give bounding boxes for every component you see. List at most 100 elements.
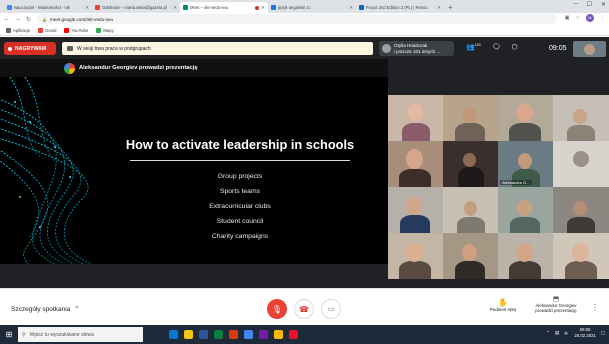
- windows-start-icon[interactable]: ⊞: [0, 325, 18, 344]
- slide-bullet: Extracurricular clubs: [209, 203, 271, 210]
- toolbar-right: ▣ ☆ M ⋮: [565, 14, 605, 22]
- participants-grid: Aleksandur G...: [388, 95, 609, 279]
- word-icon[interactable]: [199, 330, 208, 339]
- slide-title: How to activate leadership in schools: [125, 137, 355, 152]
- microphone-off-button[interactable]: 🎙: [267, 299, 287, 319]
- minimize-button[interactable]: –: [574, 1, 577, 8]
- participant-tile[interactable]: [498, 233, 553, 279]
- system-clock[interactable]: 09:05 25.02.2021: [574, 327, 596, 338]
- address-bar[interactable]: 🔒 meet.google.com/nkt-vedu-xeu: [37, 14, 557, 24]
- participant-tile[interactable]: [553, 233, 609, 279]
- participant-tile[interactable]: [553, 95, 609, 141]
- more-options-icon[interactable]: ⋮: [591, 303, 599, 312]
- bookmark-maps[interactable]: Mapy: [96, 27, 114, 33]
- search-icon: ⚲: [22, 331, 26, 338]
- menu-dots-icon[interactable]: ⋮: [600, 15, 605, 21]
- participant-tile[interactable]: [443, 233, 498, 279]
- volume-icon[interactable]: 🔈: [564, 330, 569, 336]
- close-icon[interactable]: ✕: [85, 5, 89, 11]
- avatar: [382, 44, 391, 53]
- slide-divider: [130, 160, 350, 161]
- bookmark-gmail[interactable]: Gmail: [38, 27, 56, 33]
- bookmark-youtube[interactable]: YouTube: [64, 27, 88, 33]
- participant-tile[interactable]: [388, 187, 443, 233]
- gmail-icon: [38, 27, 44, 33]
- notifications-icon[interactable]: ▢: [601, 330, 605, 336]
- maximize-button[interactable]: ☐: [587, 1, 592, 8]
- close-icon[interactable]: ✕: [261, 5, 265, 11]
- close-icon[interactable]: ✕: [349, 5, 353, 11]
- task-view-icon[interactable]: [169, 330, 178, 339]
- lock-icon: 🔒: [42, 16, 47, 22]
- participant-tile[interactable]: [388, 141, 443, 187]
- participant-tile[interactable]: [388, 95, 443, 141]
- onenote-icon[interactable]: [259, 330, 268, 339]
- new-tab-button[interactable]: +: [448, 2, 453, 13]
- leave-call-button[interactable]: ☎: [294, 299, 314, 319]
- forward-arrow-icon[interactable]: →: [15, 16, 21, 22]
- close-window-button[interactable]: ✕: [601, 1, 606, 8]
- reload-icon[interactable]: ↻: [26, 16, 31, 23]
- tab-favicon: [183, 5, 188, 10]
- participant-tile[interactable]: [443, 95, 498, 141]
- meeting-clock: 09:05: [549, 45, 567, 52]
- participant-tile[interactable]: [443, 141, 498, 187]
- mic-off-icon: 🎙: [271, 304, 283, 314]
- participant-tile[interactable]: [443, 187, 498, 233]
- browser-tab[interactable]: Focus 2nd Edition 2 (PL) | Resou ✕: [356, 2, 444, 13]
- slide-bullet: Group projects: [217, 173, 263, 180]
- bookmark-star-icon[interactable]: ☆: [576, 15, 580, 21]
- participant-name: Aleksandur G...: [500, 180, 532, 185]
- folder-icon[interactable]: [274, 330, 283, 339]
- participants-count: 120: [474, 43, 481, 47]
- app-icon[interactable]: [289, 330, 298, 339]
- chrome-icon[interactable]: [244, 330, 253, 339]
- taskbar-search-input[interactable]: ⚲ Wpisz tu wyszukiwane słowa: [18, 327, 143, 342]
- participant-tile[interactable]: [498, 187, 553, 233]
- tab-favicon: [271, 5, 276, 10]
- powerpoint-icon[interactable]: [229, 330, 238, 339]
- activities-icon[interactable]: ⬡: [511, 43, 517, 51]
- participant-tile[interactable]: [388, 233, 443, 279]
- browser-tab[interactable]: Nauczyciel - Wiadomości - nik ✕: [4, 2, 92, 13]
- chat-icon[interactable]: 🗨: [492, 43, 501, 51]
- slide-bullet: Sports teams: [219, 188, 261, 195]
- participant-tile[interactable]: Aleksandur G...: [498, 141, 553, 187]
- network-icon[interactable]: ▤: [555, 330, 559, 336]
- record-dot-icon: [8, 46, 12, 51]
- participant-tile[interactable]: [498, 95, 553, 141]
- slide-bullet: Student council: [216, 218, 264, 225]
- recording-indicator-icon: [255, 5, 260, 10]
- camera-button[interactable]: ▭: [321, 299, 341, 319]
- address-text: meet.google.com/nkt-vedu-xeu: [49, 16, 114, 22]
- presentation-banner-text: Aleksandur Georgiev prowadzi prezentację: [79, 65, 198, 71]
- pinned-others: i jeszcze 101 innych ...: [394, 48, 441, 54]
- pinned-participant-box[interactable]: Otylia Hnaticzak i jeszcze 101 innych ..…: [379, 41, 454, 56]
- breakout-rooms-icon: [67, 46, 73, 51]
- excel-icon[interactable]: [214, 330, 223, 339]
- system-tray: ⌃ ▤ 🔈 09:05 25.02.2021 ▢: [546, 327, 605, 338]
- presentation-slide: How to activate leadership in schools Gr…: [0, 77, 388, 264]
- raise-hand-button[interactable]: ✋ Podnieś rękę: [485, 298, 521, 312]
- browser-tab[interactable]: język angielski 1c ✕: [268, 2, 356, 13]
- file-explorer-icon[interactable]: [184, 330, 193, 339]
- recording-badge[interactable]: NAGRYWAM: [4, 42, 56, 55]
- slide-decoration: [0, 77, 94, 264]
- browser-tab-active[interactable]: Meet – nkt-vedu-xeu ✕: [180, 2, 268, 13]
- tab-favicon: [359, 5, 364, 10]
- chevron-up-icon[interactable]: ⌃: [546, 330, 550, 336]
- close-icon[interactable]: ✕: [173, 5, 177, 11]
- meeting-details-button[interactable]: Szczegóły spotkania ⌃: [11, 305, 80, 314]
- browser-tab[interactable]: Odebrane - marta.wisia@gazeta.pl ✕: [92, 2, 180, 13]
- profile-avatar[interactable]: M: [586, 14, 594, 22]
- presenting-indicator[interactable]: ⬒ Aleksandur Georgiev prowadzi prezentac…: [531, 296, 581, 314]
- self-view-tile[interactable]: [573, 41, 606, 57]
- close-icon[interactable]: ✕: [437, 5, 441, 11]
- participant-tile[interactable]: [553, 187, 609, 233]
- participants-icon[interactable]: 👥120: [466, 43, 481, 51]
- meet-top-icons: 👥120 🗨 ⬡: [466, 43, 518, 51]
- bookmark-apps[interactable]: Aplikacje: [6, 27, 30, 33]
- camera-permission-icon[interactable]: ▣: [565, 15, 570, 21]
- back-arrow-icon[interactable]: ←: [4, 16, 10, 22]
- participant-tile[interactable]: [553, 141, 609, 187]
